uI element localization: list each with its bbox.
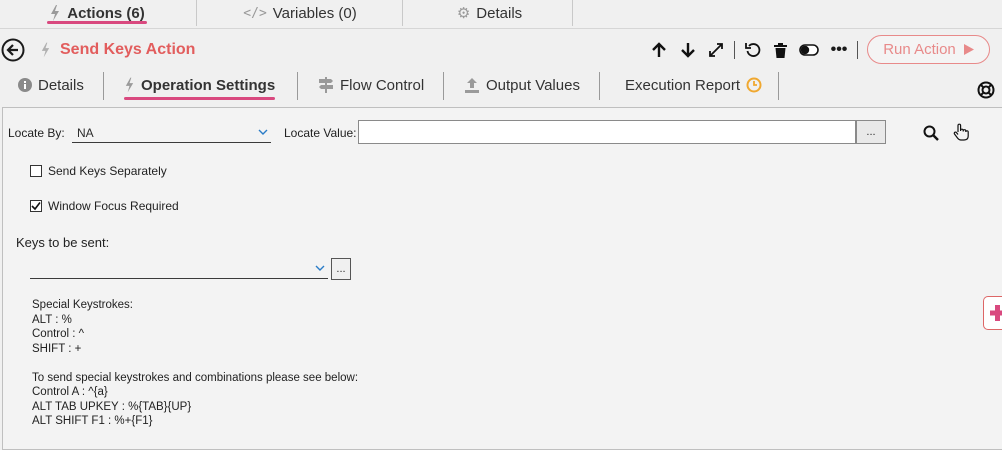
locate-by-label: Locate By: xyxy=(8,126,65,140)
arrow-down-icon xyxy=(681,43,695,58)
locate-by-select[interactable]: NA xyxy=(72,122,271,143)
tab-actions[interactable]: Actions (6) xyxy=(47,0,147,26)
tab-details-label: Details xyxy=(38,76,84,94)
control-keystroke: Control : ^ xyxy=(32,328,85,340)
locate-value-browse-button[interactable]: ... xyxy=(856,120,886,144)
trash-icon xyxy=(773,42,787,58)
undo-button[interactable] xyxy=(744,40,762,60)
plus-icon xyxy=(990,305,1002,321)
divider xyxy=(443,72,444,100)
lightning-icon xyxy=(125,77,134,93)
expand-icon xyxy=(709,43,723,57)
special-keystrokes-title: Special Keystrokes: xyxy=(32,299,133,311)
clock-icon xyxy=(746,77,762,93)
divider xyxy=(778,72,779,100)
divider xyxy=(297,72,298,100)
tab-details[interactable]: Details xyxy=(18,72,84,98)
more-options-button[interactable]: ••• xyxy=(829,40,849,60)
gear-icon: ⚙ xyxy=(456,5,471,22)
send-keys-separately-checkbox[interactable] xyxy=(30,165,42,177)
chevron-down-icon xyxy=(258,129,268,135)
expand-button[interactable] xyxy=(707,40,725,60)
divider xyxy=(599,72,600,100)
search-icon xyxy=(923,125,939,141)
divider xyxy=(402,0,403,26)
undo-icon xyxy=(745,43,761,57)
tab-output-values-label: Output Values xyxy=(486,76,580,94)
locate-value-input[interactable] xyxy=(358,120,856,144)
lightning-icon xyxy=(51,5,60,21)
toggle-button[interactable] xyxy=(798,40,820,60)
tab-details-top-label: Details xyxy=(476,4,523,22)
locate-value-label: Locate Value: xyxy=(284,126,357,140)
alt-tab-upkey-example: ALT TAB UPKEY : %{TAB}{UP} xyxy=(32,400,192,413)
play-icon xyxy=(963,44,974,55)
tab-operation-settings[interactable]: Operation Settings xyxy=(124,72,276,100)
active-tab-underline xyxy=(47,21,147,24)
divider xyxy=(103,72,104,100)
divider xyxy=(857,41,858,59)
keys-browse-button[interactable]: ... xyxy=(331,258,351,280)
run-action-button[interactable]: Run Action xyxy=(867,35,990,64)
window-focus-required-checkbox[interactable] xyxy=(30,200,42,212)
control-a-example: Control A : ^{a} xyxy=(32,386,108,398)
lifebuoy-icon xyxy=(977,81,995,99)
divider xyxy=(572,0,573,26)
tab-variables[interactable]: </> Variables (0) xyxy=(240,0,360,26)
keys-to-be-sent-label: Keys to be sent: xyxy=(16,235,110,250)
tab-details-top[interactable]: ⚙ Details xyxy=(452,0,527,26)
move-down-button[interactable] xyxy=(679,40,697,60)
run-action-label: Run Action xyxy=(883,41,956,58)
back-arrow-icon xyxy=(1,38,25,62)
arrow-up-icon xyxy=(652,42,666,57)
upload-icon xyxy=(465,78,479,93)
divider xyxy=(196,0,197,26)
tab-variables-label: Variables (0) xyxy=(272,4,357,22)
tab-execution-report[interactable]: Execution Report xyxy=(625,72,762,98)
tab-actions-label: Actions (6) xyxy=(67,4,145,22)
divider xyxy=(734,41,735,59)
top-tab-bar: Actions (6) </> Variables (0) ⚙ Details xyxy=(0,0,1002,29)
delete-button[interactable] xyxy=(772,40,788,60)
more-icon: ••• xyxy=(830,41,848,58)
search-button[interactable] xyxy=(922,124,940,142)
keys-to-be-sent-input[interactable] xyxy=(30,258,328,279)
tab-operation-settings-label: Operation Settings xyxy=(141,76,276,94)
alt-keystroke: ALT : % xyxy=(32,313,72,326)
lightning-icon xyxy=(41,42,50,58)
tab-flow-control[interactable]: Flow Control xyxy=(318,72,424,98)
add-panel-button[interactable] xyxy=(983,296,1002,330)
toggle-icon xyxy=(799,44,819,56)
window-focus-required-label: Window Focus Required xyxy=(48,199,179,213)
move-up-button[interactable] xyxy=(650,40,668,60)
checkmark-icon xyxy=(31,202,41,211)
active-tab-underline xyxy=(124,97,276,100)
combo-intro: To send special keystrokes and combinati… xyxy=(32,371,359,384)
chevron-down-icon xyxy=(315,265,325,271)
signpost-icon xyxy=(319,77,333,93)
tab-execution-report-label: Execution Report xyxy=(625,76,741,94)
page-title: Send Keys Action xyxy=(60,41,196,58)
tab-output-values[interactable]: Output Values xyxy=(464,72,580,98)
shift-keystroke: SHIFT : + xyxy=(32,342,82,355)
tab-flow-control-label: Flow Control xyxy=(340,76,425,94)
locate-by-value: NA xyxy=(77,126,94,140)
code-icon: </> xyxy=(243,5,267,21)
help-button[interactable] xyxy=(976,80,996,100)
pointer-hand-icon xyxy=(953,123,969,141)
element-picker-button[interactable] xyxy=(951,122,971,142)
info-icon xyxy=(18,78,32,92)
back-button[interactable] xyxy=(1,38,25,62)
send-keys-separately-label: Send Keys Separately xyxy=(48,164,167,178)
alt-shift-f1-example: ALT SHIFT F1 : %+{F1} xyxy=(32,415,153,427)
